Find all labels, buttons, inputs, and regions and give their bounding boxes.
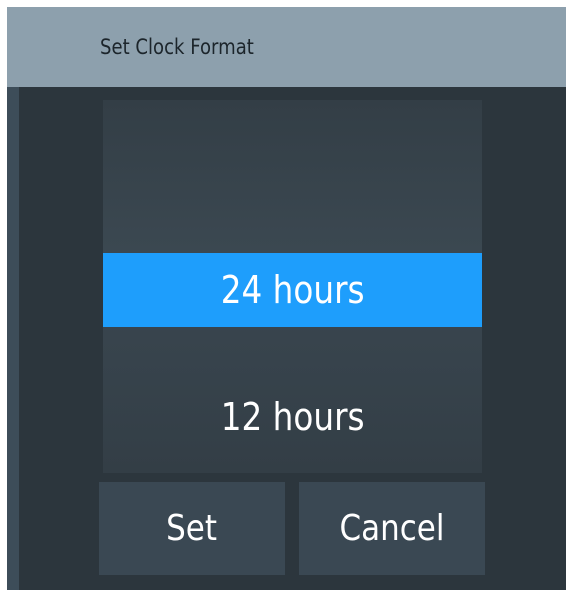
picker-option-blank[interactable] — [103, 100, 482, 253]
set-button[interactable]: Set — [99, 482, 285, 575]
dialog-header: Set Clock Format — [7, 7, 566, 87]
cancel-button[interactable]: Cancel — [299, 482, 485, 575]
set-button-label: Set — [166, 508, 218, 549]
cancel-button-label: Cancel — [339, 508, 445, 549]
dialog-title: Set Clock Format — [100, 35, 254, 59]
picker-option-12-hours[interactable]: 12 hours — [103, 380, 482, 454]
clock-format-dialog: Set Clock Format 24 hours 12 hours Set C… — [7, 7, 566, 590]
clock-format-picker[interactable]: 24 hours 12 hours — [103, 100, 482, 473]
picker-option-label: 12 hours — [220, 395, 365, 439]
picker-option-24-hours[interactable]: 24 hours — [103, 253, 482, 327]
picker-option-label: 24 hours — [220, 268, 365, 312]
left-edge-strip — [7, 87, 19, 590]
